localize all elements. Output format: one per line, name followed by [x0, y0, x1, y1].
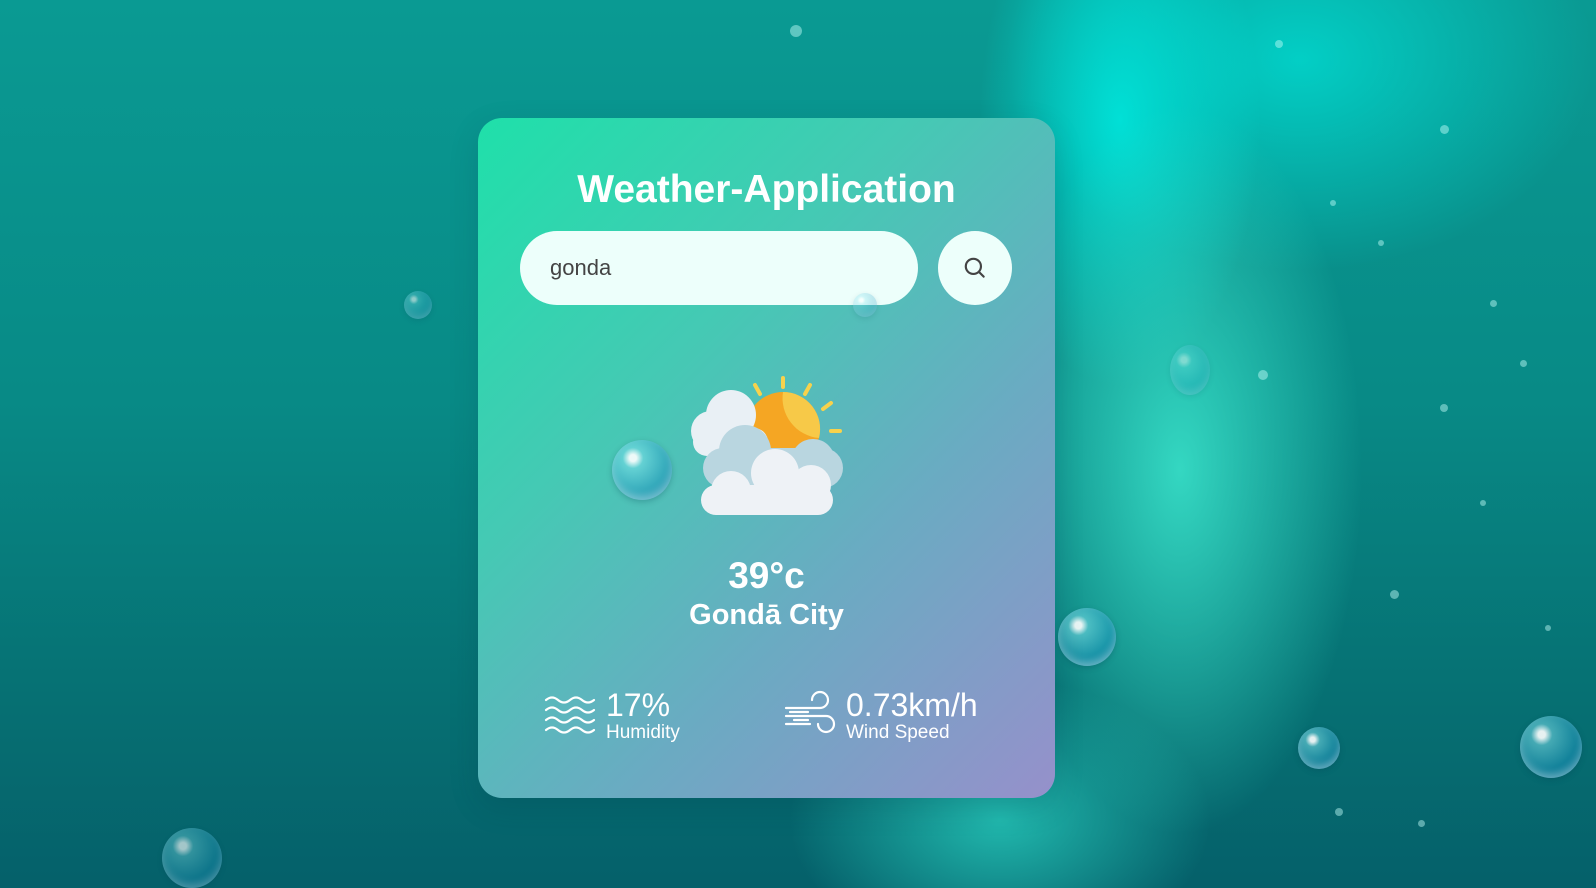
bubble: [612, 440, 672, 500]
dot: [1258, 370, 1268, 380]
bubble: [404, 291, 432, 319]
dot: [1390, 590, 1399, 599]
dot: [1275, 40, 1283, 48]
dot: [1490, 300, 1497, 307]
wind-label: Wind Speed: [846, 722, 950, 743]
search-button[interactable]: [938, 231, 1012, 305]
dot: [790, 25, 802, 37]
temperature: 39°c: [728, 555, 805, 596]
dot: [1520, 360, 1527, 367]
partly-cloudy-icon: [691, 376, 843, 515]
dot: [1378, 240, 1384, 246]
dot: [1418, 820, 1425, 827]
bubble: [1058, 608, 1116, 666]
wind-icon: [784, 690, 836, 734]
search-icon: [964, 257, 985, 278]
humidity-waves-icon: [544, 696, 596, 734]
dot: [1440, 404, 1448, 412]
dot: [1440, 125, 1449, 134]
dot: [1480, 500, 1486, 506]
wind-value: 0.73km/h: [846, 687, 978, 723]
bubble: [1520, 716, 1582, 778]
humidity-label: Humidity: [606, 722, 680, 743]
bubble: [853, 293, 877, 317]
dot: [1330, 200, 1336, 206]
bubble: [1170, 345, 1210, 395]
dot: [1335, 808, 1343, 816]
app-title: Weather-Application: [577, 168, 956, 211]
humidity-stat: 17% Humidity: [544, 688, 680, 744]
humidity-value: 17%: [606, 687, 671, 723]
bubble: [162, 828, 222, 888]
bubble: [1298, 727, 1340, 769]
dot: [1545, 625, 1551, 631]
city-name: Gondā City: [689, 599, 844, 631]
humidity-text: 17% Humidity: [606, 688, 680, 744]
wind-text: 0.73km/h Wind Speed: [846, 688, 978, 744]
weather-card: Weather-Application gonda 39°c Gondā Cit…: [478, 118, 1055, 798]
wind-stat: 0.73km/h Wind Speed: [784, 688, 978, 744]
